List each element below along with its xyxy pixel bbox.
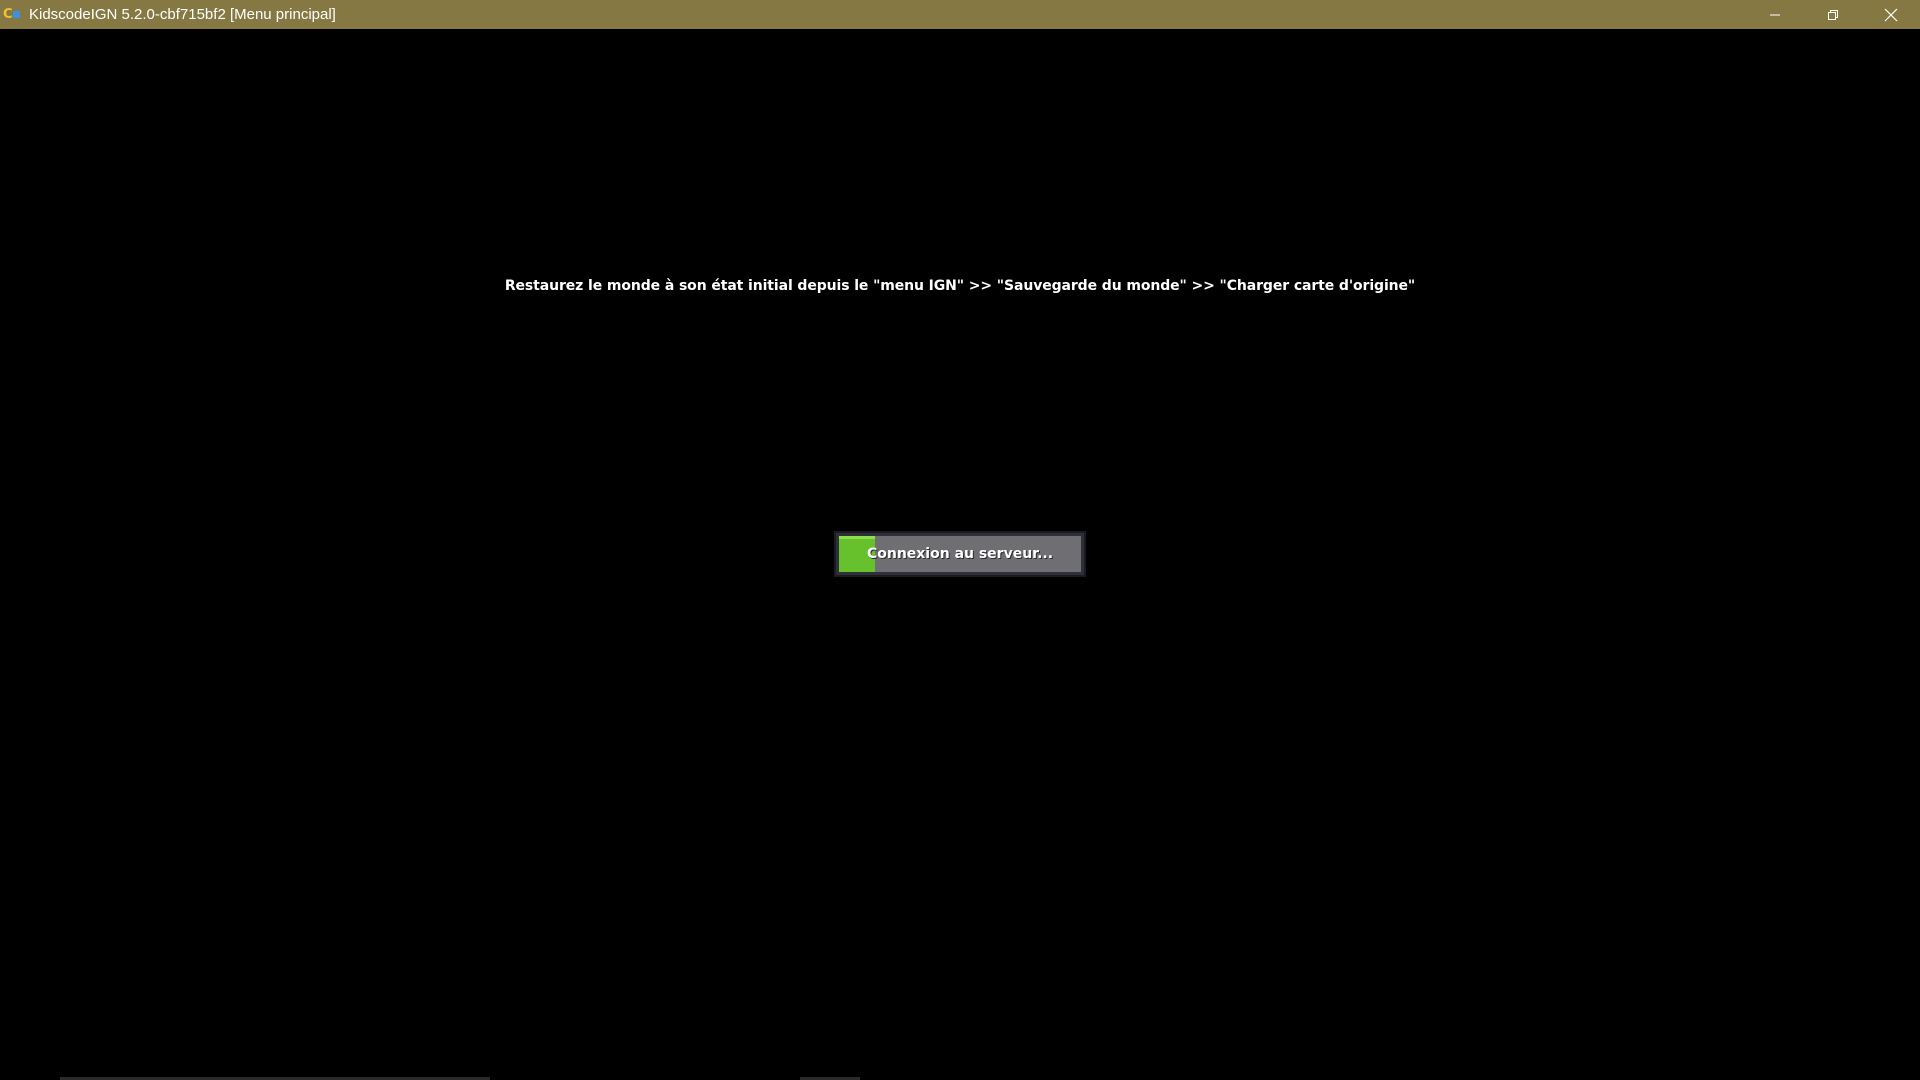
- app-window: C KidscodeIGN 5.2.0-cbf715bf2 [Menu prin…: [0, 0, 1920, 1080]
- window-title: KidscodeIGN 5.2.0-cbf715bf2 [Menu princi…: [29, 6, 336, 23]
- game-viewport: Restaurez le monde à son état initial de…: [0, 29, 1920, 1080]
- minimize-button[interactable]: [1746, 0, 1804, 29]
- progress-label: Connexion au serveur...: [866, 546, 1054, 562]
- kidscode-app-icon: C: [3, 7, 25, 22]
- title-bar[interactable]: C KidscodeIGN 5.2.0-cbf715bf2 [Menu prin…: [0, 0, 1920, 29]
- connection-progress-bar: Connexion au serveur...: [834, 531, 1086, 577]
- restore-icon: [1828, 9, 1838, 20]
- restore-button[interactable]: [1804, 0, 1862, 29]
- progress-track: Connexion au serveur...: [839, 536, 1081, 572]
- minimize-icon: [1770, 14, 1780, 15]
- close-icon: [1884, 8, 1898, 21]
- close-button[interactable]: [1862, 0, 1920, 29]
- restore-world-hint: Restaurez le monde à son état initial de…: [504, 278, 1416, 294]
- window-controls: [1746, 0, 1920, 29]
